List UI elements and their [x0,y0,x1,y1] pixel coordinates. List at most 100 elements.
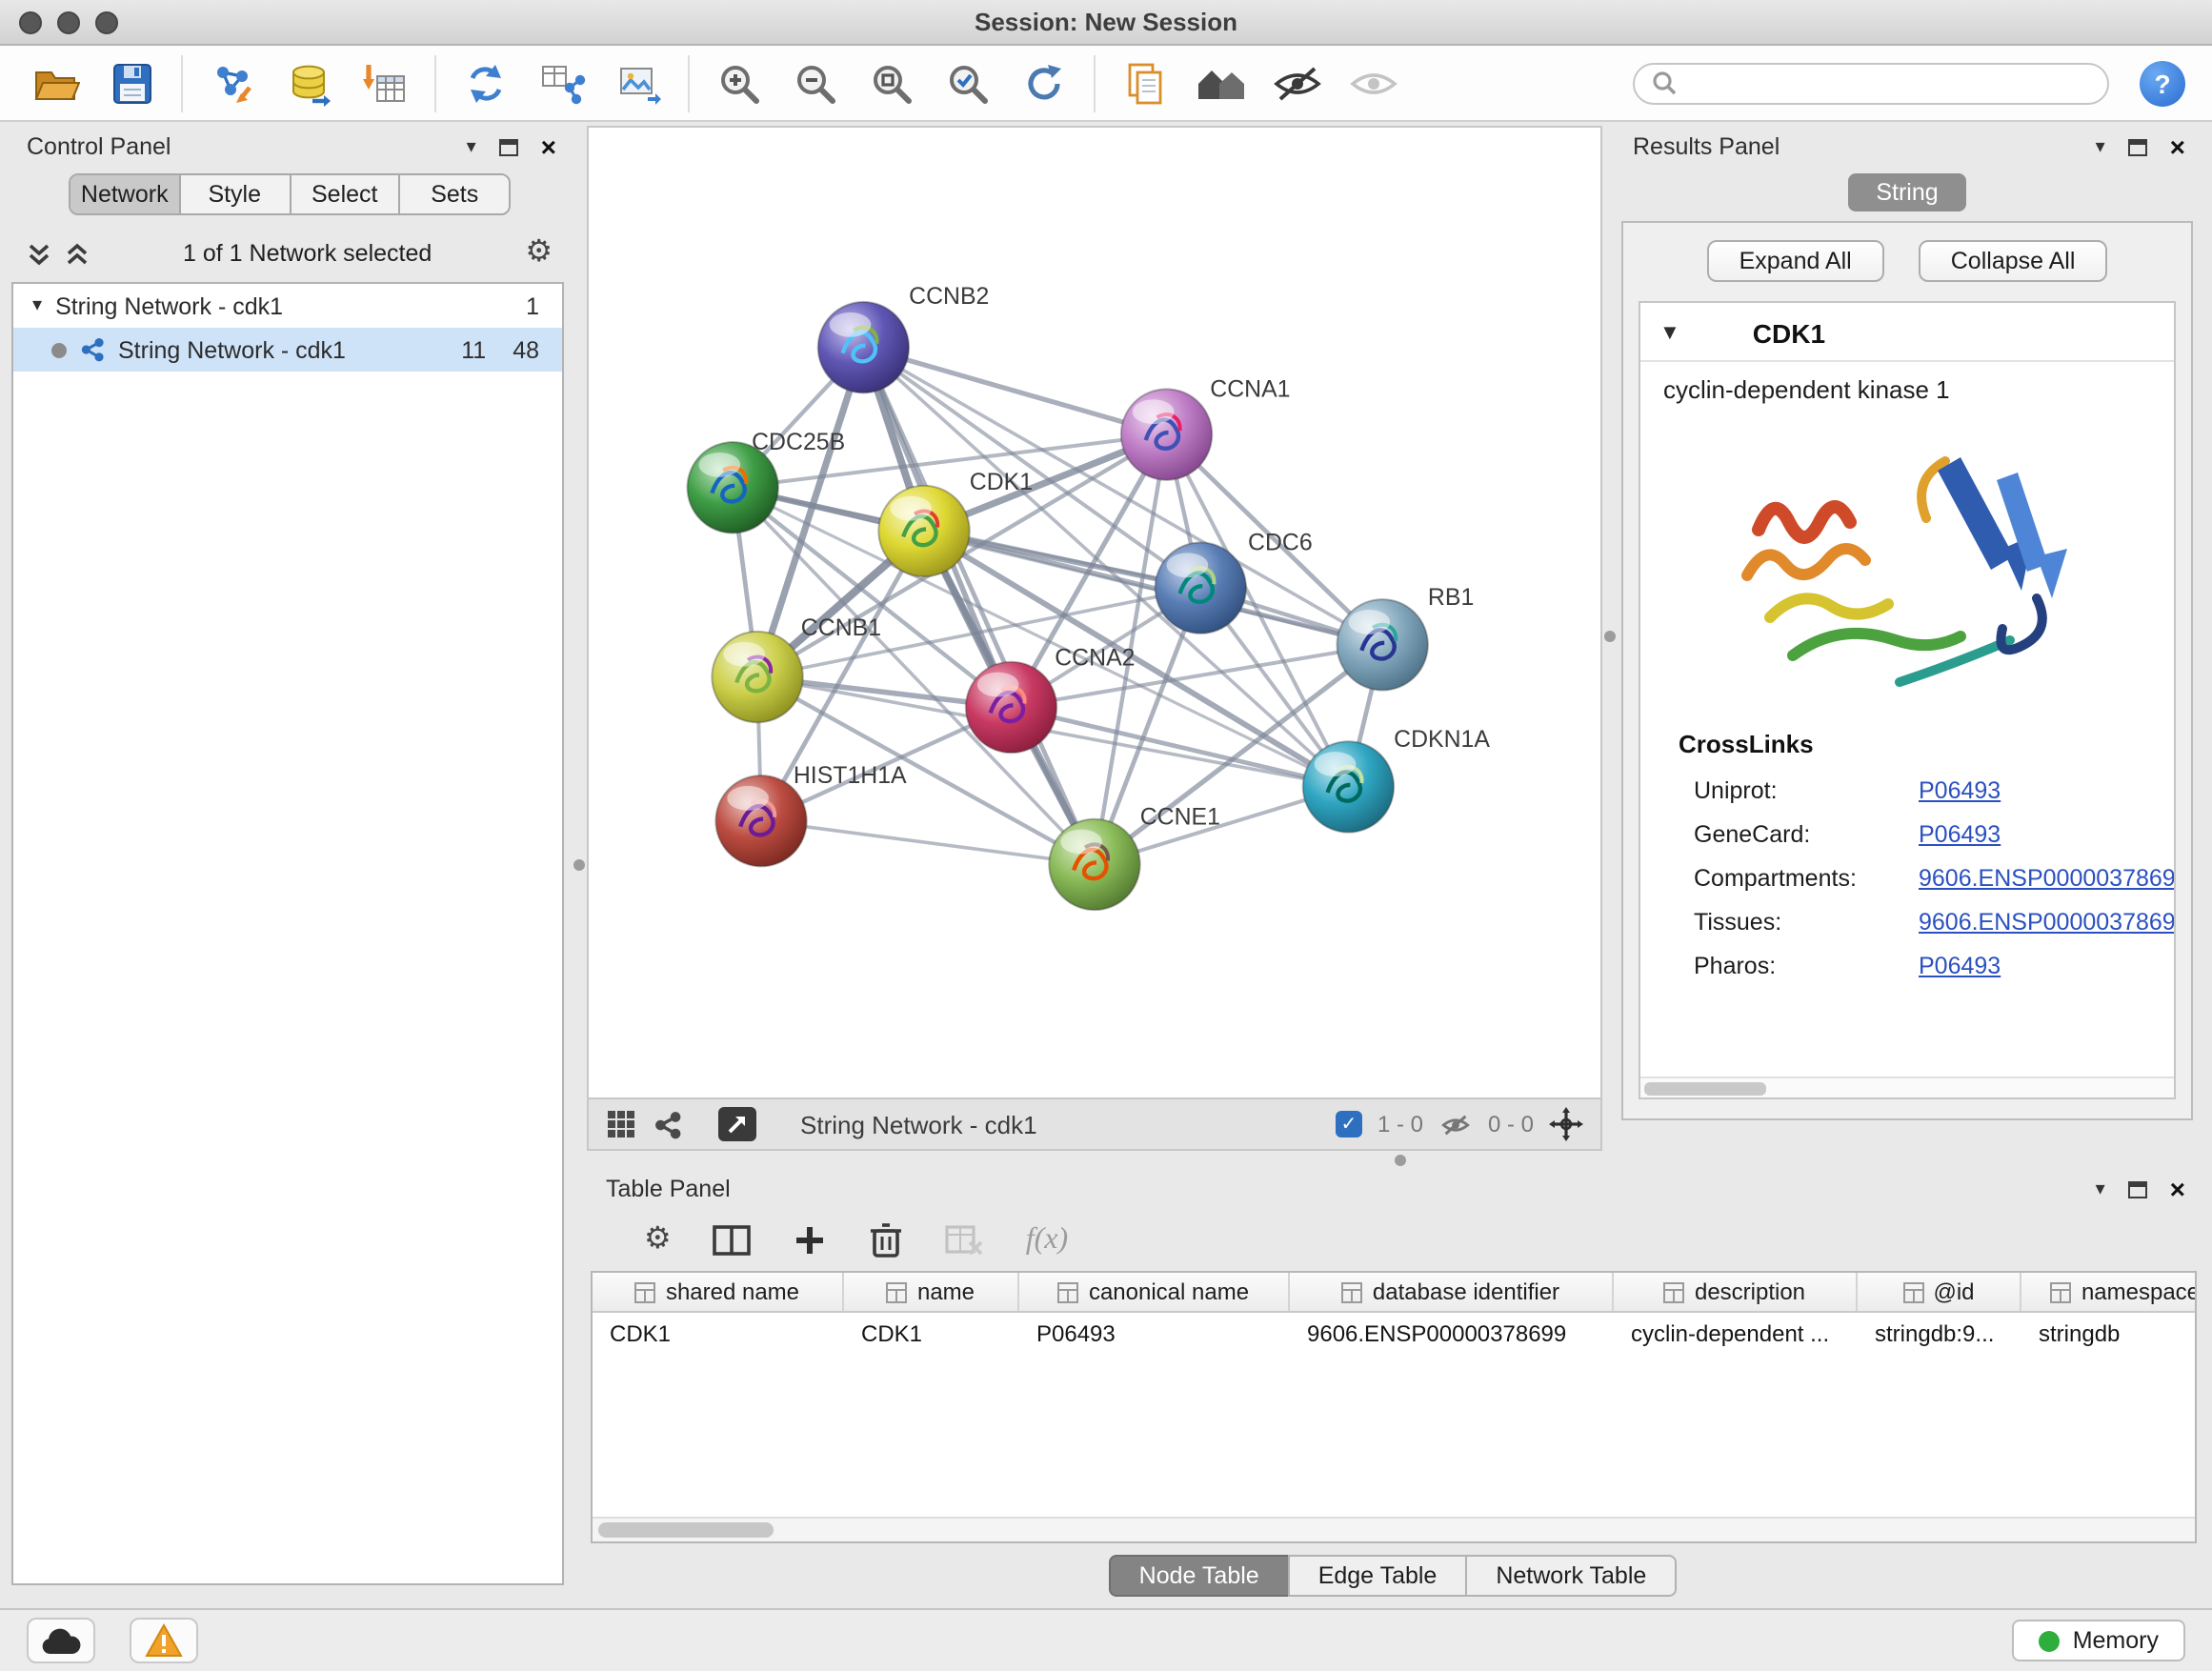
network-options-gear-icon[interactable]: ⚙ [525,238,553,269]
collapse-panel-icon[interactable]: ▾ [2096,1178,2105,1199]
left-splitter[interactable] [572,122,587,1608]
results-scrollbar-thumb[interactable] [1644,1082,1766,1096]
zoom-in-button[interactable] [707,52,772,113]
collapse-panel-icon[interactable]: ▾ [2096,136,2105,157]
splitter-handle[interactable] [573,859,585,871]
tab-sets[interactable]: Sets [401,175,510,213]
show-all-button[interactable] [1341,52,1406,113]
table-row[interactable]: CDK1CDK1P064939606.ENSP00000378699cyclin… [593,1313,2195,1353]
network-node-rb1[interactable] [1337,599,1428,690]
collapse-all-icon[interactable] [27,241,51,266]
expand-all-button[interactable]: Expand All [1707,240,1884,282]
clone-network-button[interactable] [453,52,518,113]
collapse-panel-icon[interactable]: ▾ [467,136,476,157]
splitter-handle[interactable] [1394,1154,1405,1165]
delete-trash-icon[interactable] [870,1221,904,1259]
crosslink-value-link[interactable]: P06493 [1919,777,2176,804]
expand-all-icon[interactable] [65,241,90,266]
tab-string[interactable]: String [1847,173,1966,211]
import-network-from-file-button[interactable] [200,52,265,113]
network-node-cdc25b[interactable] [688,442,778,533]
function-builder-icon[interactable]: f(x) [1026,1223,1068,1258]
grid-overview-icon[interactable] [606,1109,636,1139]
copy-document-button[interactable] [1113,52,1177,113]
tree-expand-icon[interactable]: ▾ [32,295,42,316]
close-panel-icon[interactable]: × [2170,133,2185,160]
network-node-ccne1[interactable] [1049,819,1139,910]
crosslink-value-link[interactable]: P06493 [1919,953,2176,979]
network-row[interactable]: String Network - cdk1 11 48 [13,328,562,372]
right-splitter[interactable] [1602,122,1618,1151]
table-settings-gear-icon[interactable]: ⚙ [644,1225,672,1256]
float-panel-icon[interactable] [2128,1180,2147,1198]
column-header[interactable]: name [844,1273,1019,1311]
import-table-from-file-button[interactable] [352,52,417,113]
warnings-button[interactable] [130,1618,198,1663]
selected-checkbox-icon[interactable]: ✓ [1336,1111,1362,1137]
search-input[interactable] [1688,70,2090,96]
help-button[interactable]: ? [2140,60,2185,106]
crosslink-value-link[interactable]: 9606.ENSP00000378699 [1919,865,2176,892]
column-header[interactable]: namespace [2021,1273,2195,1311]
memory-button[interactable]: Memory [2012,1620,2185,1661]
column-header[interactable]: @id [1858,1273,2021,1311]
close-panel-icon[interactable]: × [541,133,556,160]
table-scrollbar-thumb[interactable] [598,1522,774,1538]
tab-node-table[interactable]: Node Table [1109,1555,1290,1597]
network-node-ccna1[interactable] [1121,389,1212,479]
clear-cells-icon[interactable] [946,1225,984,1256]
section-expand-icon[interactable]: ▼ [1659,322,1680,345]
import-network-from-database-button[interactable] [276,52,341,113]
network-graph[interactable]: CCNB2CCNA1CDC25BCDK1CDC6RB1CCNB1CCNA2CDK… [589,128,1600,1097]
network-node-ccna2[interactable] [966,662,1056,753]
hide-selection-button[interactable] [1265,52,1330,113]
table-splitter[interactable] [587,1151,2212,1168]
fit-content-icon[interactable] [1549,1107,1583,1141]
network-node-ccnb1[interactable] [712,632,802,722]
home-layout-button[interactable] [1189,52,1254,113]
tab-style[interactable]: Style [181,175,292,213]
show-columns-icon[interactable] [714,1225,752,1256]
crosslink-value-link[interactable]: 9606.ENSP00000378699 [1919,909,2176,936]
network-share-icon[interactable] [654,1110,682,1138]
save-session-button[interactable] [99,52,164,113]
hidden-eye-icon[interactable] [1438,1110,1473,1138]
network-node-hist1h1a[interactable] [715,775,806,866]
network-node-cdkn1a[interactable] [1303,741,1394,832]
collapse-all-button[interactable]: Collapse All [1919,240,2108,282]
zoom-fit-button[interactable] [859,52,924,113]
refresh-view-button[interactable] [1012,52,1076,113]
column-header[interactable]: description [1614,1273,1858,1311]
close-panel-icon[interactable]: × [2170,1176,2185,1202]
zoom-out-button[interactable] [783,52,848,113]
float-panel-icon[interactable] [499,138,518,155]
tab-select[interactable]: Select [291,175,401,213]
network-node-cdk1[interactable] [878,486,969,576]
detach-view-button[interactable] [718,1107,756,1141]
network-edge[interactable] [924,532,1382,645]
crosslink-value-link[interactable]: P06493 [1919,821,2176,848]
network-edge[interactable] [761,821,1095,865]
table-horizontal-scrollbar[interactable] [593,1517,2195,1541]
tab-network-table[interactable]: Network Table [1465,1555,1677,1597]
column-header[interactable]: shared name [593,1273,844,1311]
search-box[interactable] [1633,62,2109,104]
results-scrollbar[interactable] [1640,1077,2174,1097]
network-node-cdc6[interactable] [1156,542,1246,633]
splitter-handle[interactable] [1604,631,1616,642]
close-window-button[interactable] [19,10,42,33]
tab-network[interactable]: Network [70,175,181,213]
network-collection-row[interactable]: ▾ String Network - cdk1 1 [13,284,562,328]
network-edge[interactable] [863,348,1166,434]
minimize-window-button[interactable] [57,10,80,33]
open-session-button[interactable] [23,52,88,113]
cloud-button[interactable] [27,1618,95,1663]
export-image-button[interactable] [606,52,671,113]
column-header[interactable]: canonical name [1019,1273,1290,1311]
float-panel-icon[interactable] [2128,138,2147,155]
tab-edge-table[interactable]: Edge Table [1288,1555,1468,1597]
network-from-table-button[interactable] [530,52,594,113]
create-column-plus-icon[interactable] [794,1223,828,1258]
column-header[interactable]: database identifier [1290,1273,1614,1311]
zoom-selected-button[interactable] [935,52,1000,113]
